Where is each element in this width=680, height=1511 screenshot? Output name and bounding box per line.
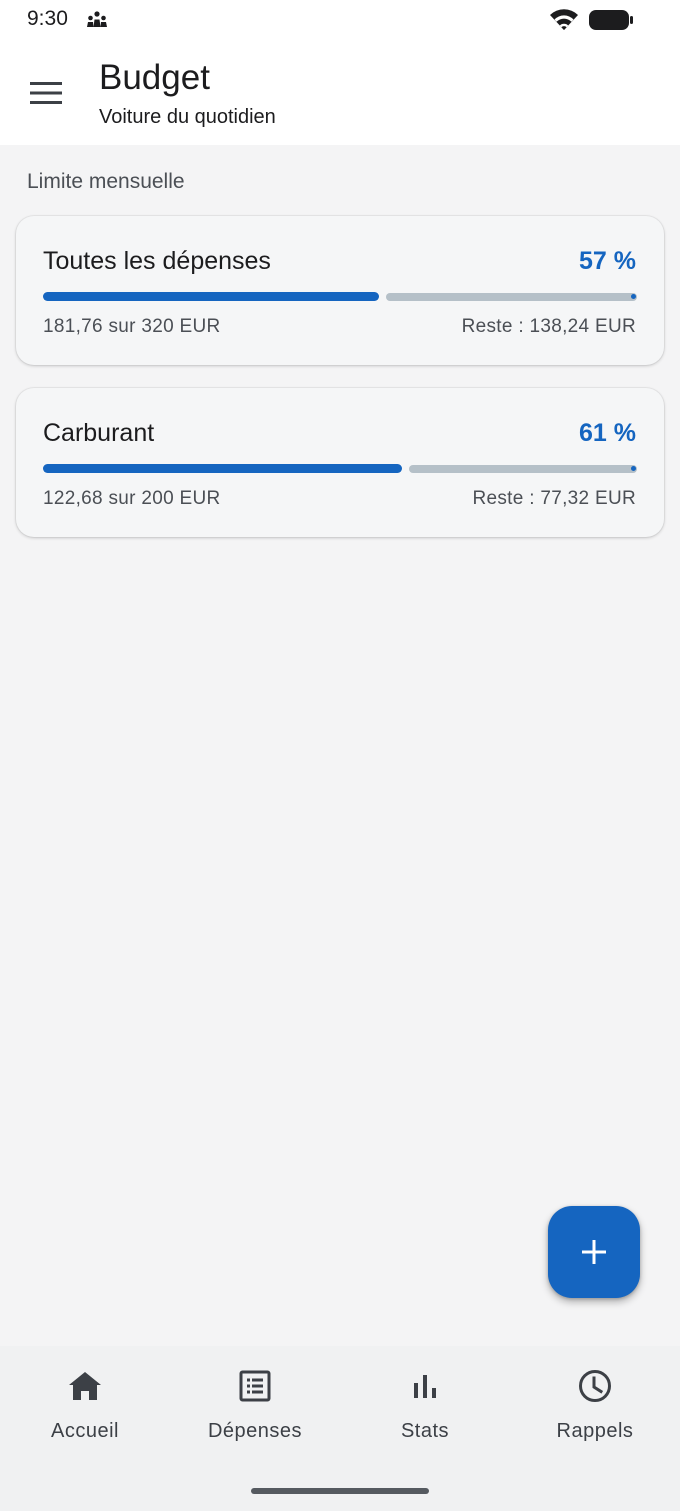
nav-item-reminders[interactable]: Rappels [510, 1346, 680, 1456]
progress-fill [43, 464, 402, 473]
nav-label: Stats [400, 1420, 450, 1442]
budget-card-title: Carburant [43, 419, 155, 447]
add-expense-button[interactable] [548, 1206, 640, 1298]
budget-card-title: Toutes les dépenses [43, 247, 271, 275]
people-group-icon [86, 10, 108, 33]
home-icon [67, 1368, 103, 1404]
clock-icon [577, 1368, 613, 1404]
status-bar: 9:30 [0, 0, 680, 40]
plus-icon [582, 1240, 606, 1264]
menu-button[interactable] [22, 69, 70, 117]
progress-remaining [408, 465, 637, 473]
list-icon [237, 1368, 273, 1404]
section-label: Limite mensuelle [27, 170, 185, 193]
nav-item-stats[interactable]: Stats [340, 1346, 510, 1456]
nav-label: Accueil [51, 1420, 119, 1442]
budget-card-percent: 61 % [579, 419, 636, 447]
bar-chart-icon [407, 1368, 443, 1404]
progress-end-dot [631, 466, 636, 471]
budget-card-remaining: Reste : 77,32 EUR [472, 488, 636, 509]
budget-card-all-expenses[interactable]: Toutes les dépenses 57 % 181,76 sur 320 … [16, 216, 664, 365]
progress-remaining [385, 293, 637, 301]
home-indicator [251, 1488, 429, 1494]
budget-card-percent: 57 % [579, 247, 636, 275]
bottom-navigation: Accueil Dépenses Stats Rappels [0, 1346, 680, 1511]
budget-card-amount: 181,76 sur 320 EUR [43, 316, 221, 337]
menu-icon [30, 82, 62, 104]
budget-card-amount: 122,68 sur 200 EUR [43, 488, 221, 509]
status-time: 9:30 [27, 7, 68, 30]
budget-card-fuel[interactable]: Carburant 61 % 122,68 sur 200 EUR Reste … [16, 388, 664, 537]
budget-card-remaining: Reste : 138,24 EUR [461, 316, 636, 337]
progress-fill [43, 292, 379, 301]
budget-progress-bar [43, 464, 637, 473]
page-title: Budget [99, 58, 210, 97]
nav-item-home[interactable]: Accueil [0, 1346, 170, 1456]
budget-progress-bar [43, 292, 637, 301]
nav-label: Dépenses [207, 1420, 303, 1442]
progress-end-dot [631, 294, 636, 299]
wifi-icon [549, 8, 579, 37]
nav-item-expenses[interactable]: Dépenses [170, 1346, 340, 1456]
nav-label: Rappels [556, 1420, 634, 1442]
page-subtitle: Voiture du quotidien [99, 106, 276, 128]
app-bar: Budget Voiture du quotidien [0, 40, 680, 145]
battery-full-icon [589, 9, 635, 36]
